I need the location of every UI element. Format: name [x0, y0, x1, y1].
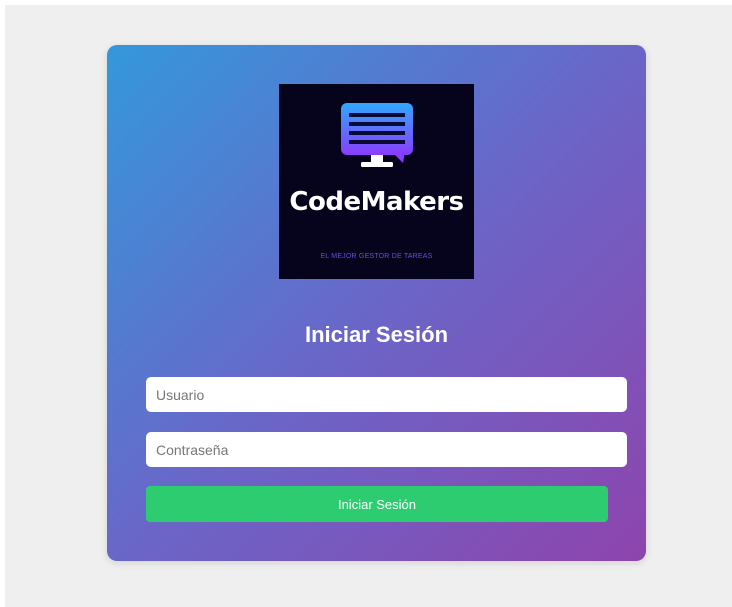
login-card: CodeMakers EL MEJOR GESTOR DE TAREAS Ini… — [107, 45, 646, 561]
logo-wordmark: CodeMakers — [289, 187, 464, 217]
page-background: CodeMakers EL MEJOR GESTOR DE TAREAS Ini… — [5, 5, 732, 607]
page-title: Iniciar Sesión — [304, 322, 449, 347]
chat-monitor-icon — [341, 103, 413, 167]
logo-tagline: EL MEJOR GESTOR DE TAREAS — [320, 253, 433, 260]
password-input[interactable] — [146, 432, 627, 467]
logo: CodeMakers EL MEJOR GESTOR DE TAREAS — [279, 84, 474, 279]
username-input[interactable] — [146, 377, 627, 412]
login-button[interactable]: Iniciar Sesión — [146, 486, 608, 522]
